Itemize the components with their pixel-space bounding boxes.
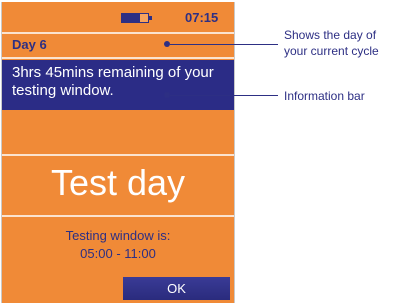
divider (2, 154, 234, 156)
day-annotation-line1: Shows the day of (284, 28, 377, 42)
info-bar-annotation: Information bar (284, 89, 365, 103)
test-day-heading: Test day (50, 162, 186, 203)
status-bar: 07:15 (2, 2, 234, 32)
day-pointer-line (170, 44, 278, 45)
testing-window-title: Testing window is: (65, 228, 171, 243)
battery-level (122, 14, 141, 22)
ok-button[interactable]: OK (123, 277, 230, 300)
divider (2, 215, 234, 217)
day-annotation-line2: your current cycle (284, 44, 379, 58)
testing-window-hours: 05:00 - 11:00 (80, 246, 156, 261)
divider (2, 32, 234, 34)
clock: 07:15 (185, 10, 219, 25)
divider (2, 57, 234, 59)
device-screen: 07:15 Day 6 3hrs 45mins remaining of you… (1, 2, 235, 303)
battery-icon (121, 13, 149, 23)
day-label: Day 6 (12, 37, 47, 52)
battery-tip (149, 16, 152, 20)
information-bar: 3hrs 45mins remaining of your testing wi… (2, 60, 234, 110)
info-bar-pointer-line (170, 95, 278, 96)
